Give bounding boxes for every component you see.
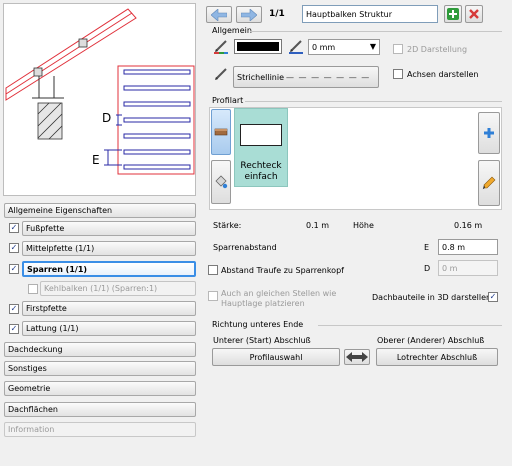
sidebar-item-mittelpfette[interactable]: Mittelpfette (1/1) — [22, 241, 196, 256]
profile-tile-rechteck[interactable]: Rechteck einfach — [234, 108, 288, 187]
dachbauteile-label: Dachbauteile in 3D darstellen — [372, 293, 492, 302]
dash-pattern-preview: — — — — — — — — [286, 72, 371, 82]
group-divider — [318, 325, 502, 326]
richtung-group-title: Richtung unteres Ende — [212, 320, 304, 329]
sidebar-item-label: Kehlbalken (1/1) (Sparren:1) — [44, 284, 158, 293]
mittelpfette-checkbox[interactable]: ✓ — [9, 243, 19, 253]
e-label: E — [424, 243, 430, 252]
arrow-right-icon — [241, 8, 257, 21]
edit-profile-button[interactable] — [478, 160, 500, 206]
sidebar-item-label: Mittelpfette (1/1) — [26, 244, 95, 253]
lotrechter-abschluss-button[interactable]: Lotrechter Abschluß — [376, 348, 498, 366]
profilart-group-title: Profilart — [212, 96, 244, 105]
chevron-down-icon: ▼ — [369, 42, 376, 51]
plus-icon — [447, 8, 459, 20]
auch-label: Auch an gleichen Stellen wie Hauptlage p… — [221, 289, 337, 308]
pen-weight-icon — [289, 40, 303, 54]
delete-structure-button[interactable] — [465, 5, 483, 23]
profile-type-paint-button[interactable] — [211, 160, 231, 204]
group-divider — [245, 101, 502, 102]
profile-tile-label: Rechteck einfach — [240, 161, 282, 182]
forward-button[interactable] — [236, 6, 262, 23]
achsen-label: Achsen darstellen — [407, 70, 479, 79]
achsen-checkbox[interactable] — [393, 69, 403, 79]
auch-checkbox[interactable] — [208, 291, 218, 301]
line-color-swatch[interactable] — [234, 39, 282, 54]
sparrenabstand-label: Sparrenabstand — [213, 243, 277, 252]
firstpfette-checkbox[interactable]: ✓ — [9, 304, 19, 314]
hoehe-label: Höhe — [353, 221, 374, 230]
pen-style-icon — [215, 68, 227, 80]
sidebar-item-label: Fußpfette — [26, 224, 65, 233]
allgemein-group-title: Allgemein — [212, 26, 252, 35]
sidebar-item-label: Allgemeine Eigenschaften — [8, 206, 113, 215]
group-divider — [250, 31, 502, 32]
d-label: D — [424, 264, 431, 273]
sidebar-item-label: Firstpfette — [26, 304, 67, 313]
sidebar-item-label: Sonstiges — [8, 364, 47, 373]
plus-icon — [484, 128, 494, 138]
sidebar-item-label: Lattung (1/1) — [26, 324, 79, 333]
unterer-abschluss-label: Unterer (Start) Abschluß — [213, 336, 311, 345]
back-button[interactable] — [206, 6, 232, 23]
roof-section-preview: D E — [5, 8, 195, 175]
line-weight-select[interactable]: 0 mm ▼ — [308, 39, 380, 55]
oberer-abschluss-label: Oberer (Anderer) Abschluß — [377, 336, 485, 345]
sidebar-item-label: Sparren (1/1) — [27, 264, 88, 274]
pencil-icon — [482, 176, 496, 190]
sidebar-item-fusspfette[interactable]: Fußpfette — [22, 221, 196, 236]
rectangle-profile-icon — [240, 124, 282, 146]
sidebar-item-label: Information — [8, 425, 55, 434]
beam-icon — [214, 128, 228, 136]
d-input[interactable]: 0 m — [438, 260, 498, 276]
2d-darstellung-checkbox[interactable] — [393, 44, 403, 54]
page-counter: 1/1 — [269, 9, 285, 19]
sidebar-item-label: Geometrie — [8, 384, 51, 393]
profile-type-beam-button[interactable] — [211, 109, 231, 155]
kehlbalken-checkbox[interactable] — [28, 284, 38, 294]
add-structure-button[interactable] — [444, 5, 462, 23]
swap-ends-button[interactable] — [344, 349, 370, 365]
sidebar-item-lattung[interactable]: Lattung (1/1) — [22, 321, 196, 336]
arrow-left-icon — [211, 8, 227, 21]
dimension-d-label: D — [102, 111, 111, 125]
lattung-checkbox[interactable]: ✓ — [9, 324, 19, 334]
profilauswahl-button[interactable]: Profilauswahl — [212, 348, 340, 366]
sidebar-item-dachflaechen[interactable]: Dachflächen — [4, 402, 196, 417]
sidebar-item-dachdeckung[interactable]: Dachdeckung — [4, 342, 196, 357]
sidebar-item-sparren[interactable]: Sparren (1/1) — [22, 261, 196, 277]
line-style-button[interactable]: Strichellinie — — — — — — — — [233, 66, 379, 88]
structure-name-input[interactable]: Hauptbalken Struktur — [302, 5, 438, 23]
sidebar-item-kehlbalken[interactable]: Kehlbalken (1/1) (Sparren:1) — [40, 281, 196, 296]
hoehe-value: 0.16 m — [454, 221, 483, 230]
dimension-e-label: E — [92, 153, 100, 167]
2d-darstellung-label: 2D Darstellung — [407, 45, 468, 54]
sidebar-item-label: Dachflächen — [8, 405, 58, 414]
dachbauteile-checkbox[interactable]: ✓ — [488, 292, 498, 302]
close-icon — [469, 9, 479, 19]
sidebar-item-geometrie[interactable]: Geometrie — [4, 381, 196, 396]
add-profile-button[interactable] — [478, 112, 500, 154]
sidebar-item-sonstiges[interactable]: Sonstiges — [4, 361, 196, 376]
paint-bucket-icon — [215, 175, 228, 189]
sidebar-item-information[interactable]: Information — [4, 422, 196, 437]
pen-color-icon — [214, 40, 228, 54]
preview-panel: D E — [3, 3, 196, 196]
sidebar-item-label: Dachdeckung — [8, 345, 63, 354]
staerke-label: Stärke: — [213, 221, 242, 230]
fusspfette-checkbox[interactable]: ✓ — [9, 223, 19, 233]
staerke-value: 0.1 m — [306, 221, 330, 230]
abstand-traufe-label: Abstand Traufe zu Sparrenkopf — [221, 266, 344, 275]
abstand-traufe-checkbox[interactable] — [208, 265, 218, 275]
sidebar-item-firstpfette[interactable]: Firstpfette — [22, 301, 196, 316]
sparren-checkbox[interactable]: ✓ — [9, 264, 19, 274]
sidebar-item-allgemeine-eigenschaften[interactable]: Allgemeine Eigenschaften — [4, 203, 196, 218]
swap-arrows-icon — [346, 352, 368, 362]
e-input[interactable]: 0.8 m — [438, 239, 498, 255]
